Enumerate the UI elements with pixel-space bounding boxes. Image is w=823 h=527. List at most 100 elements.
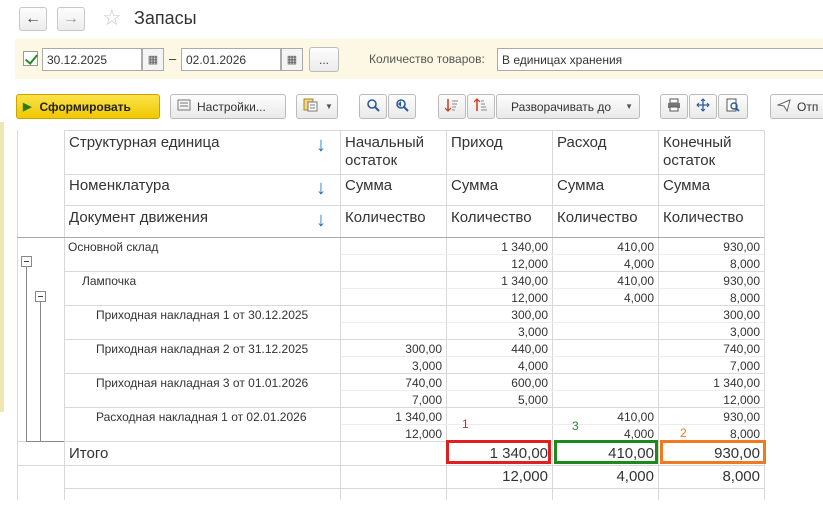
row-value: 3,000 [517,325,548,339]
grid-line [64,174,764,175]
grid-line [64,205,764,206]
preview-button[interactable] [718,94,748,119]
print-button[interactable] [660,94,688,119]
send-button[interactable]: Отп [770,94,823,119]
header-sum: Сумма [663,177,711,194]
grid-line [340,254,764,255]
date-to-field[interactable]: 02.01.2026 [181,48,281,71]
tree-line [26,441,64,442]
sort-descending-button[interactable] [467,94,495,119]
sort-ascending-icon [444,98,459,115]
grid-line [340,322,764,323]
total-value: 930,00 [714,445,760,462]
annotation-mark: 3 [572,419,579,433]
collapse-group-icon[interactable] [21,256,32,267]
header-sum: Сумма [345,177,393,194]
row-value: 410,00 [617,410,654,424]
grid-line [340,390,764,391]
send-label: Отп [797,99,819,114]
date-separator: – [169,51,177,66]
row-value: 12,000 [511,291,548,305]
grid-line [17,130,18,500]
row-value: 1 340,00 [501,240,548,254]
row-value: 5,000 [517,393,548,407]
report-variant-button[interactable]: ▼ [296,94,338,119]
find-next-button[interactable] [388,94,416,119]
row-value: 8,000 [729,291,760,305]
total-label: Итого [69,445,109,462]
sort-down-arrow-icon[interactable]: ↓ [316,178,326,198]
row-value: 3,000 [411,359,442,373]
total-value: 410,00 [608,445,654,462]
favorite-star-icon[interactable]: ☆ [102,6,122,30]
grid-line [64,407,764,408]
row-value: 4,000 [623,257,654,271]
send-icon [776,98,791,115]
header-col-opening: Начальный остаток [345,134,425,169]
grid-line [64,339,764,340]
header-quantity: Количество [345,209,426,226]
header-sum: Сумма [557,177,605,194]
sort-down-arrow-icon[interactable]: ↓ [316,210,326,230]
total-value: 1 340,00 [489,445,548,462]
row-value: 410,00 [617,240,654,254]
row-value: 300,00 [723,308,760,322]
generate-button[interactable]: ▶ Сформировать [16,94,160,119]
find-button[interactable] [359,94,387,119]
row-value: 1 340,00 [395,410,442,424]
back-button[interactable]: ← [19,7,47,31]
toolbar: ▶ Сформировать Настройки... ▼ Разворачив [0,92,823,120]
move-button[interactable] [689,94,717,119]
expand-to-label: Разворачивать до [511,99,612,114]
expand-to-button[interactable]: Разворачивать до ▼ [496,94,640,119]
period-select-button[interactable]: ... [309,47,339,72]
header-movement-document: Документ движения [69,209,208,226]
collapse-group-icon[interactable] [35,291,46,302]
grid-line [17,465,764,466]
move-arrows-icon [696,98,710,115]
row-value: 7,000 [729,359,760,373]
left-accent-bar [0,122,4,412]
page-title: Запасы [134,8,197,28]
row-value: 300,00 [511,308,548,322]
row-label: Приходная накладная 3 от 01.01.2026 [96,376,309,390]
row-value: 300,00 [405,342,442,356]
grid-line [340,356,764,357]
printer-icon [667,98,681,115]
row-value: 740,00 [405,376,442,390]
period-checkbox[interactable] [23,51,38,66]
row-label: Приходная накладная 2 от 31.12.2025 [96,342,309,356]
sort-descending-icon [473,98,488,115]
annotation-mark: 1 [462,417,469,431]
date-from-field[interactable]: 30.12.2025 [42,48,142,71]
play-icon: ▶ [23,101,32,113]
calendar-icon[interactable]: ▦ [142,48,164,71]
sort-ascending-button[interactable] [438,94,466,119]
row-value: 740,00 [723,342,760,356]
chevron-down-icon: ▼ [325,102,333,111]
chevron-down-icon: ▼ [625,102,633,111]
settings-icon [177,98,191,115]
row-value: 600,00 [511,376,548,390]
report-variant-icon [303,98,319,115]
grid-line [64,130,764,131]
row-label: Лампочка [82,274,137,288]
row-value: 1 340,00 [713,376,760,390]
tree-line [26,267,27,441]
calendar-icon[interactable]: ▦ [281,48,303,71]
qty-label: Количество товаров: [369,52,485,66]
row-value: 4,000 [623,291,654,305]
row-value: 930,00 [723,410,760,424]
settings-button[interactable]: Настройки... [170,94,286,119]
header-quantity: Количество [451,209,532,226]
grid-line [17,237,764,238]
row-value: 4,000 [517,359,548,373]
qty-select[interactable]: В единицах хранения [497,48,823,71]
forward-button[interactable]: → [57,7,85,31]
grid-line [340,288,764,289]
grid-line [340,130,341,500]
search-icon [366,98,380,115]
preview-icon [726,98,740,115]
row-value: 3,000 [729,325,760,339]
sort-down-arrow-icon[interactable]: ↓ [316,135,326,155]
